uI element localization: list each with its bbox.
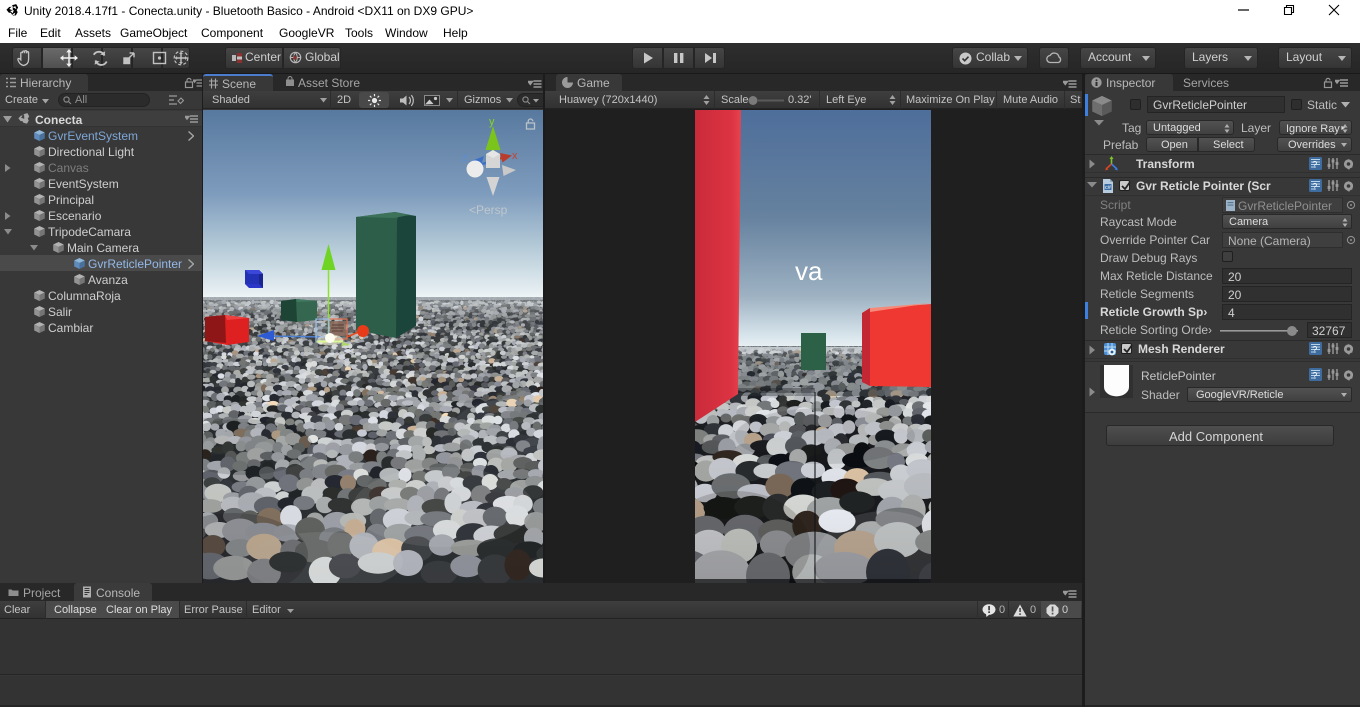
svg-text:x: x (512, 150, 518, 162)
svg-text:z: z (462, 152, 468, 164)
svg-text:c#: c# (1105, 185, 1112, 191)
svg-text:y: y (489, 116, 495, 128)
svg-text:?: ? (1312, 371, 1317, 381)
svg-text:?: ? (1312, 160, 1317, 170)
svg-text:?: ? (1312, 345, 1317, 355)
svg-text:?: ? (1312, 182, 1317, 192)
